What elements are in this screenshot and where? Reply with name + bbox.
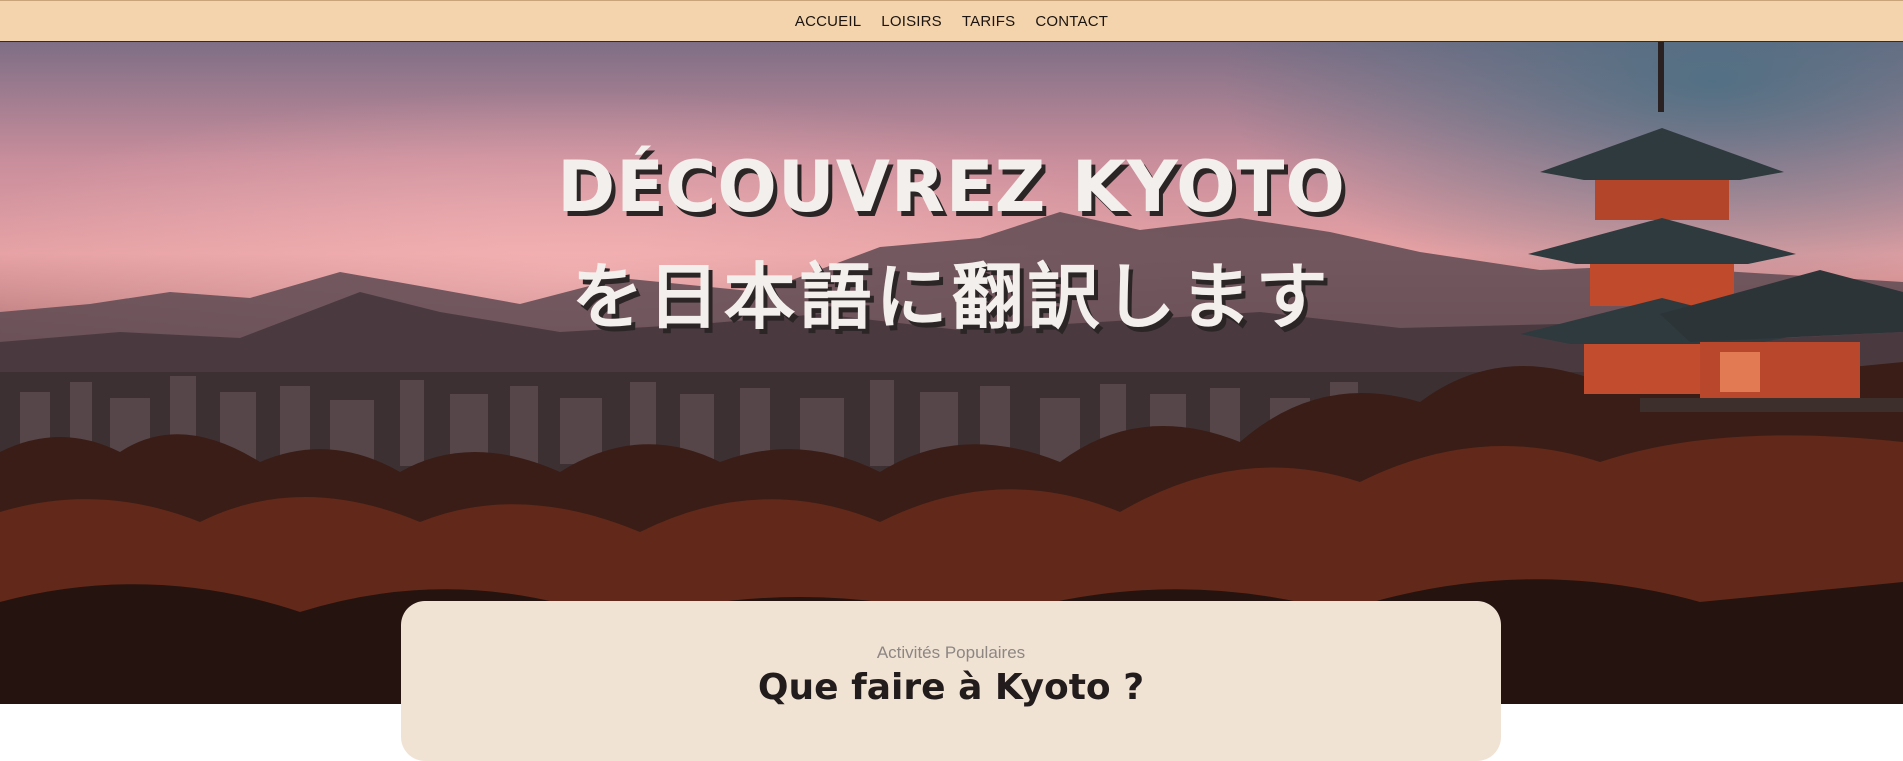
nav-link-tarifs[interactable]: TARIFS: [962, 13, 1015, 30]
hero-title-line-2: を日本語に翻訳します: [571, 255, 1332, 339]
nav-link-loisirs[interactable]: LOISIRS: [881, 13, 942, 30]
nav-link-accueil[interactable]: ACCUEIL: [795, 13, 861, 30]
top-nav: ACCUEIL LOISIRS TARIFS CONTACT: [0, 0, 1903, 42]
nav-link-contact[interactable]: CONTACT: [1035, 13, 1108, 30]
activities-card: Activités Populaires Que faire à Kyoto ?: [401, 601, 1501, 761]
hero-title-line-1: DÉCOUVREZ KYOTO: [557, 146, 1346, 228]
section-title: Que faire à Kyoto ?: [757, 667, 1145, 708]
section-eyebrow: Activités Populaires: [876, 643, 1026, 662]
